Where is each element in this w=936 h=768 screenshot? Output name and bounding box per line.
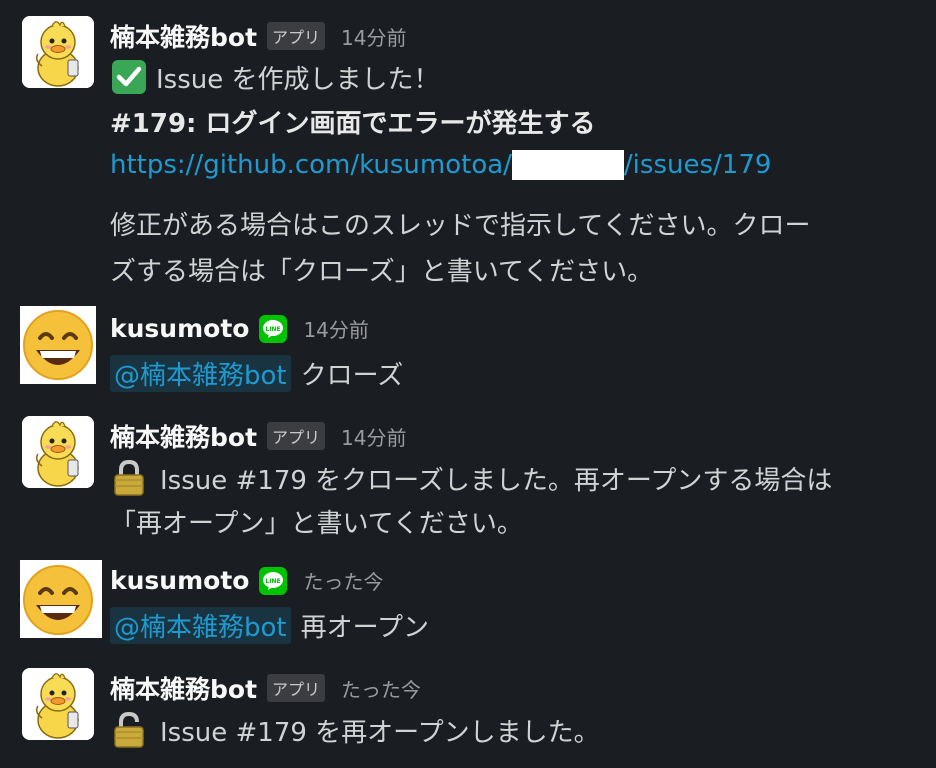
issue-link-prefix[interactable]: https://github.com/kusumotoa/ — [110, 150, 512, 180]
timestamp[interactable]: 14分前 — [341, 422, 406, 451]
author-name[interactable]: 楠本雑務bot — [110, 18, 257, 54]
user-avatar[interactable] — [20, 560, 102, 638]
duck-avatar-icon — [22, 416, 94, 488]
message-text: 「再オープン」と書いてください。 — [110, 508, 523, 539]
mention[interactable]: @楠本雑務bot — [110, 354, 291, 392]
grinning-face-emoji-icon — [20, 306, 96, 384]
bot-avatar[interactable] — [22, 416, 94, 488]
user-avatar[interactable] — [20, 306, 96, 384]
message-text: 修正がある場合はこのスレッドで指示してください。クロー — [110, 210, 811, 241]
lock-icon — [110, 459, 148, 497]
issue-link[interactable]: https://github.com/kusumotoa/ /issues/17… — [110, 148, 771, 182]
line-icon: LINE — [259, 566, 288, 595]
timestamp[interactable]: 14分前 — [303, 314, 368, 343]
message-text: ズする場合は「クローズ」と書いてください。 — [110, 256, 654, 287]
timestamp[interactable]: 14分前 — [341, 22, 406, 51]
timestamp[interactable]: たった今 — [341, 674, 421, 703]
line-icon: LINE — [259, 314, 288, 343]
check-mark-icon — [110, 58, 148, 96]
issue-link-suffix[interactable]: /issues/179 — [624, 150, 771, 180]
message-text: クローズ — [300, 360, 404, 391]
author-name[interactable]: 楠本雑務bot — [110, 418, 257, 454]
issue-title: #179: ログイン画面でエラーが発生する — [110, 108, 596, 139]
app-badge: アプリ — [267, 22, 326, 50]
mention[interactable]: @楠本雑務bot — [110, 606, 291, 644]
svg-text:LINE: LINE — [266, 578, 281, 585]
app-badge: アプリ — [267, 674, 326, 702]
message-text: Issue を作成しました！ — [156, 64, 440, 95]
app-badge: アプリ — [267, 422, 326, 450]
timestamp[interactable]: たった今 — [303, 566, 383, 595]
duck-avatar-icon — [22, 16, 94, 88]
author-name[interactable]: kusumoto — [110, 314, 249, 343]
svg-text:LINE: LINE — [266, 326, 281, 333]
message-text: Issue #179 を再オープンしました。 — [160, 717, 600, 748]
redacted-repo-name — [511, 150, 624, 180]
duck-avatar-icon — [22, 668, 94, 740]
message-text: 再オープン — [300, 612, 430, 643]
grinning-face-emoji-icon — [20, 560, 102, 638]
author-name[interactable]: kusumoto — [110, 566, 249, 595]
author-name[interactable]: 楠本雑務bot — [110, 670, 257, 706]
message-text: Issue #179 をクローズしました。再オープンする場合は — [160, 465, 833, 496]
lock-icon — [110, 711, 148, 749]
bot-avatar[interactable] — [22, 668, 94, 740]
bot-avatar[interactable] — [22, 16, 94, 88]
